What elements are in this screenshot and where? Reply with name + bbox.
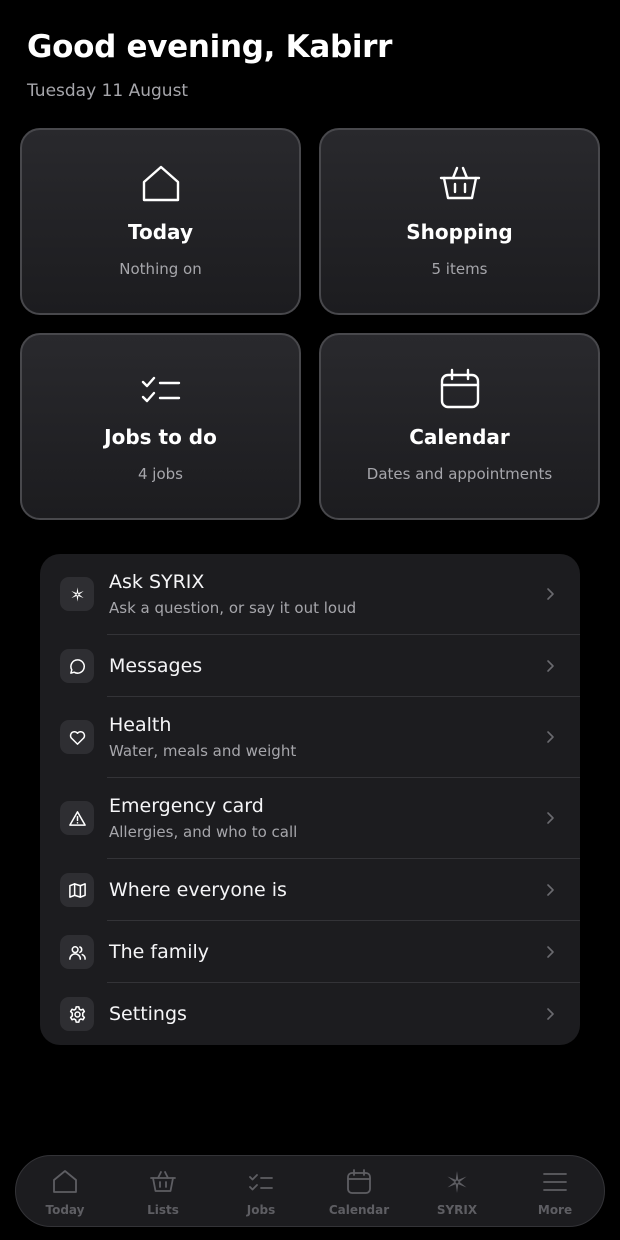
menu-item-title: The family bbox=[109, 941, 210, 963]
tab-syrix[interactable]: SYRIX bbox=[408, 1156, 506, 1228]
tile-jobs[interactable]: Jobs to do 4 jobs bbox=[20, 333, 301, 520]
tab-today[interactable]: Today bbox=[16, 1156, 114, 1228]
bottom-tab-bar: Today Lists Jobs Calendar SYRIX More bbox=[15, 1155, 605, 1227]
gear-icon bbox=[60, 997, 94, 1031]
greeting-title: Good evening, Kabirr bbox=[27, 29, 393, 65]
tile-subtitle: Nothing on bbox=[119, 260, 202, 278]
checklist-icon bbox=[247, 1168, 275, 1196]
menu-item-text: Messages bbox=[109, 654, 530, 678]
tile-title: Shopping bbox=[406, 220, 513, 244]
tile-title: Calendar bbox=[409, 425, 510, 449]
menu-list: Ask SYRIX Ask a question, or say it out … bbox=[40, 554, 580, 1045]
menu-item-settings[interactable]: Settings bbox=[40, 983, 580, 1045]
menu-item-ask-syrix[interactable]: Ask SYRIX Ask a question, or say it out … bbox=[40, 554, 580, 635]
home-icon bbox=[139, 162, 183, 206]
tab-lists[interactable]: Lists bbox=[114, 1156, 212, 1228]
menu-item-health[interactable]: Health Water, meals and weight bbox=[40, 697, 580, 778]
tab-label: SYRIX bbox=[436, 1203, 478, 1217]
tab-label: Lists bbox=[147, 1203, 179, 1217]
menu-item-where-everyone-is[interactable]: Where everyone is bbox=[40, 859, 580, 921]
menu-item-emergency-card[interactable]: Emergency card Allergies, and who to cal… bbox=[40, 778, 580, 859]
tile-subtitle: Dates and appointments bbox=[366, 465, 553, 483]
menu-item-title: Settings bbox=[109, 1003, 187, 1025]
heart-icon bbox=[60, 720, 94, 754]
tab-label: Calendar bbox=[328, 1203, 390, 1217]
menu-item-title: Ask SYRIX bbox=[109, 571, 205, 593]
basket-icon bbox=[149, 1168, 177, 1196]
map-icon bbox=[60, 873, 94, 907]
warning-icon bbox=[60, 801, 94, 835]
tab-label: Today bbox=[45, 1203, 85, 1217]
header: Good evening, Kabirr Tuesday 11 August bbox=[27, 28, 392, 102]
chevron-right-icon bbox=[544, 730, 556, 744]
tab-calendar[interactable]: Calendar bbox=[310, 1156, 408, 1228]
basket-icon bbox=[438, 162, 482, 206]
tile-shopping[interactable]: Shopping 5 items bbox=[319, 128, 600, 315]
menu-item-title: Emergency card bbox=[109, 795, 264, 817]
menu-item-subtitle: Allergies, and who to call bbox=[109, 823, 298, 841]
current-date: Tuesday 11 August bbox=[27, 81, 189, 101]
menu-item-messages[interactable]: Messages bbox=[40, 635, 580, 697]
menu-item-title: Health bbox=[109, 714, 172, 736]
tile-title: Today bbox=[128, 220, 193, 244]
tab-label: Jobs bbox=[246, 1203, 276, 1217]
home-icon bbox=[51, 1168, 79, 1196]
menu-item-text: Settings bbox=[109, 1002, 530, 1026]
chevron-right-icon bbox=[544, 945, 556, 959]
menu-item-subtitle: Ask a question, or say it out loud bbox=[109, 599, 357, 617]
chat-bubble-icon bbox=[60, 649, 94, 683]
tab-more[interactable]: More bbox=[506, 1156, 604, 1228]
calendar-icon bbox=[438, 367, 482, 411]
tile-subtitle: 4 jobs bbox=[138, 465, 183, 483]
menu-item-subtitle: Water, meals and weight bbox=[109, 742, 297, 760]
tab-label: More bbox=[537, 1203, 573, 1217]
tile-today[interactable]: Today Nothing on bbox=[20, 128, 301, 315]
calendar-icon bbox=[345, 1168, 373, 1196]
home-screen: Good evening, Kabirr Tuesday 11 August T… bbox=[0, 0, 620, 1240]
menu-item-text: The family bbox=[109, 940, 530, 964]
tile-title: Jobs to do bbox=[104, 425, 217, 449]
menu-item-title: Where everyone is bbox=[109, 879, 287, 901]
menu-item-text: Where everyone is bbox=[109, 878, 530, 902]
menu-item-title: Messages bbox=[109, 655, 203, 677]
menu-icon bbox=[541, 1168, 569, 1196]
chevron-right-icon bbox=[544, 883, 556, 897]
chevron-right-icon bbox=[544, 1007, 556, 1021]
menu-item-text: Emergency card Allergies, and who to cal… bbox=[109, 794, 530, 842]
checklist-icon bbox=[139, 367, 183, 411]
menu-item-text: Ask SYRIX Ask a question, or say it out … bbox=[109, 570, 530, 618]
menu-item-the-family[interactable]: The family bbox=[40, 921, 580, 983]
tile-subtitle: 5 items bbox=[431, 260, 488, 278]
chevron-right-icon bbox=[544, 811, 556, 825]
tile-calendar[interactable]: Calendar Dates and appointments bbox=[319, 333, 600, 520]
chevron-right-icon bbox=[544, 587, 556, 601]
people-icon bbox=[60, 935, 94, 969]
chevron-right-icon bbox=[544, 659, 556, 673]
sparkle-icon bbox=[60, 577, 94, 611]
tab-jobs[interactable]: Jobs bbox=[212, 1156, 310, 1228]
sparkle-icon bbox=[443, 1168, 471, 1196]
menu-item-text: Health Water, meals and weight bbox=[109, 713, 530, 761]
